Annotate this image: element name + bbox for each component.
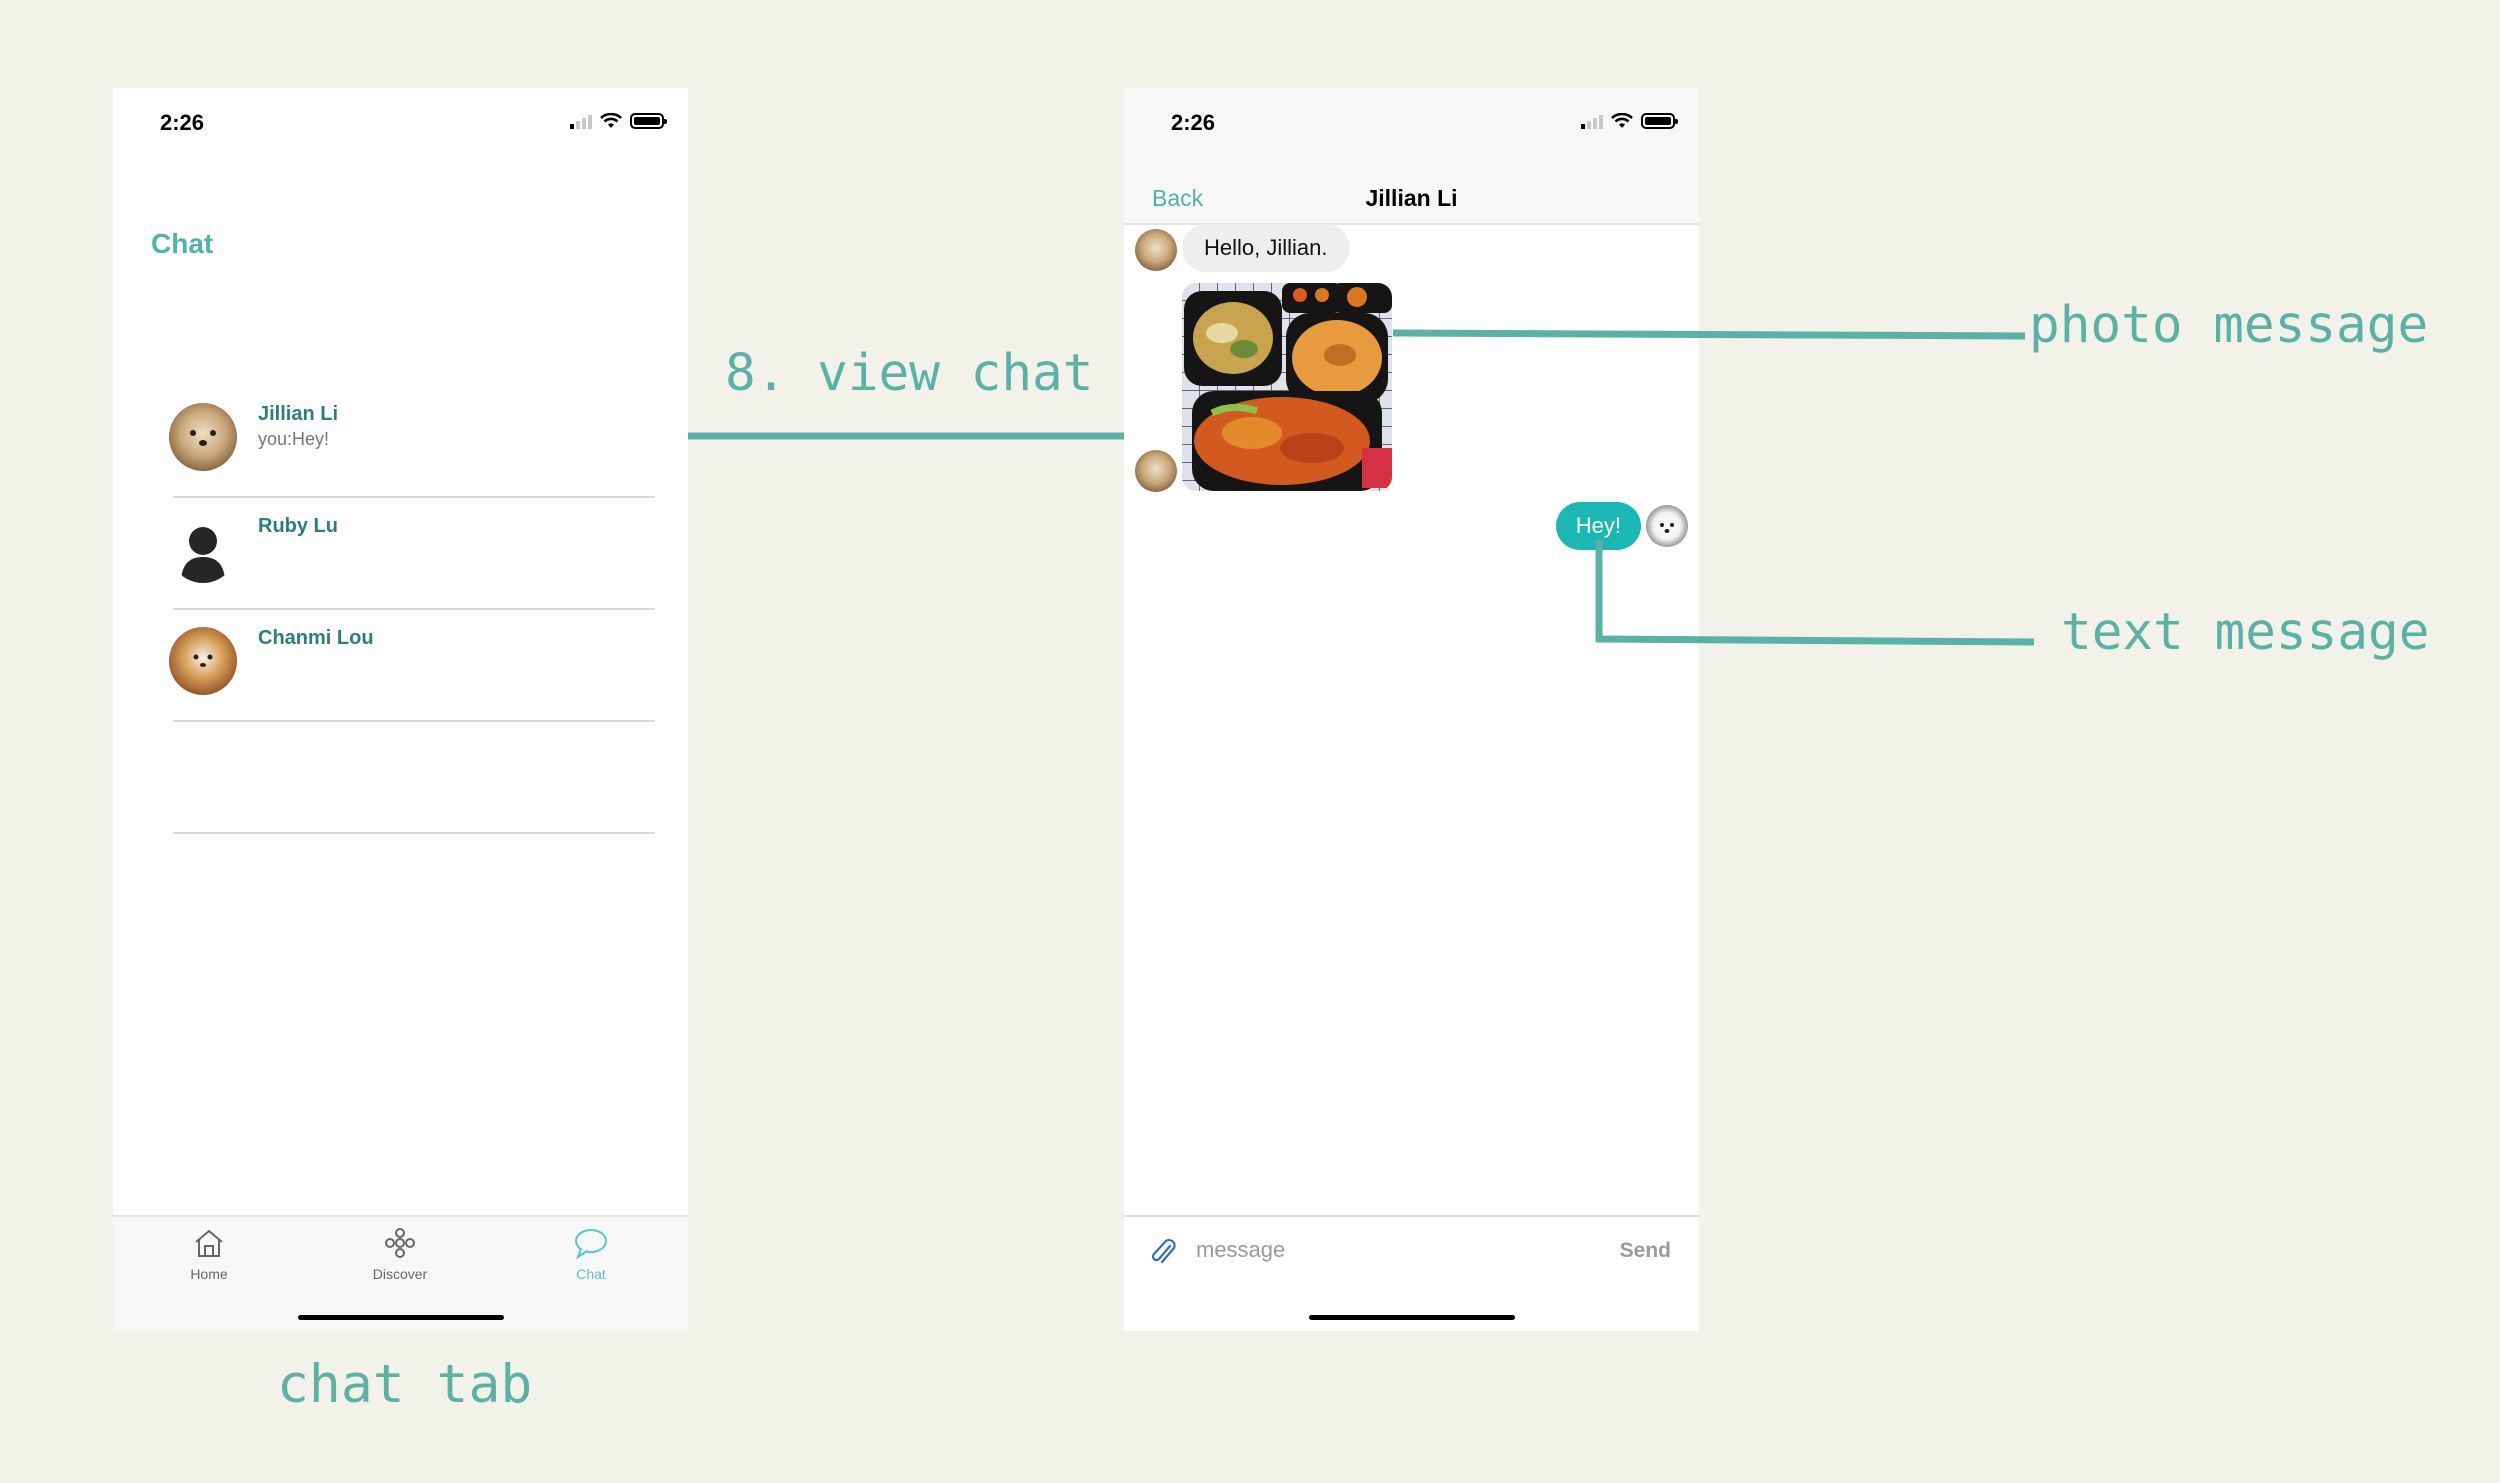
- annotation-chat-tab: chat tab: [277, 1354, 533, 1415]
- annotation-photo-message: photo message: [2029, 296, 2429, 355]
- annotation-text-message: text message: [2061, 603, 2430, 662]
- annotation-connectors: [688, 329, 2035, 646]
- annotation-view-chat: 8. view chat: [725, 344, 1094, 403]
- photo-message-connector: [1392, 329, 2026, 340]
- text-message-connector: [1595, 540, 2035, 646]
